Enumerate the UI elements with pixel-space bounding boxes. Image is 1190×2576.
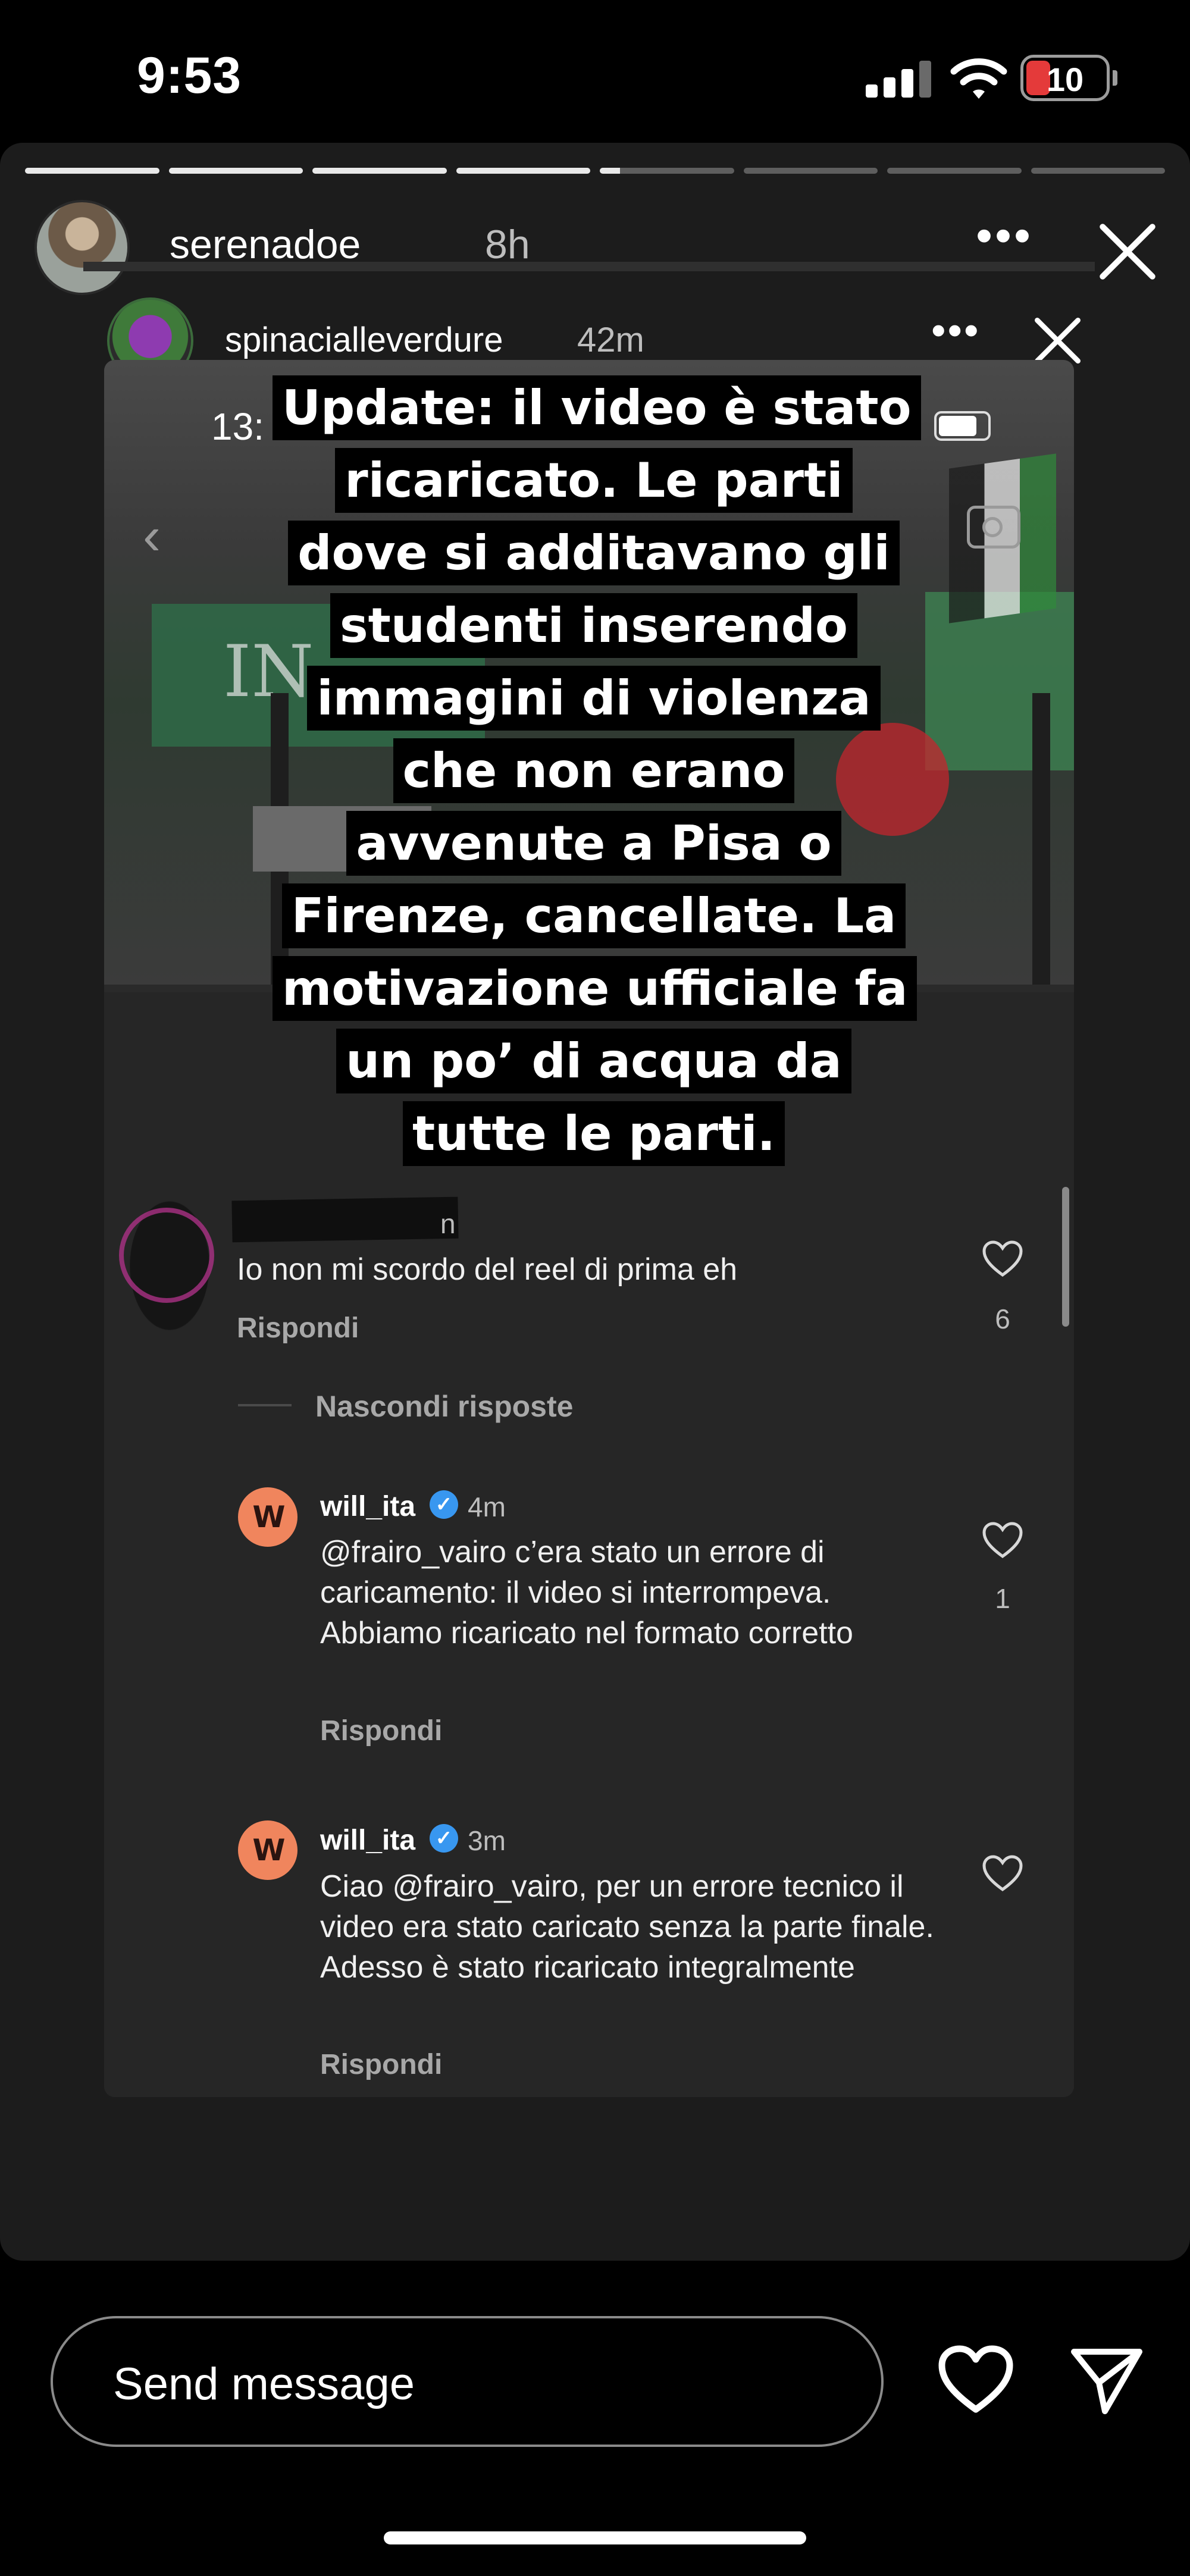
reshared-more-dots-icon: •••: [931, 307, 981, 353]
reply-button: Rispondi: [320, 1715, 443, 1747]
reshared-time: 42m: [577, 321, 644, 359]
reshared-username: spinacialleverdure: [225, 321, 503, 359]
username-tail: n: [440, 1208, 456, 1239]
progress-segment: [312, 168, 447, 174]
story-username[interactable]: serenadoe___: [170, 221, 428, 268]
reply-text: @frairo_vairo c’era stato un errore di c…: [320, 1535, 853, 1650]
send-icon[interactable]: [1068, 2341, 1145, 2418]
progress-segment: [1031, 168, 1165, 174]
reply-button: Rispondi: [320, 2049, 443, 2080]
home-indicator[interactable]: [384, 2531, 806, 2544]
will-ita-avatar: W: [238, 1487, 298, 1547]
like-heart-icon[interactable]: [937, 2344, 1014, 2415]
battery-icon: 10: [1020, 55, 1110, 101]
back-chevron-icon: ‹: [143, 506, 161, 566]
reply-time: 3m: [468, 1825, 506, 1856]
screenshot-battery-icon: [934, 411, 991, 441]
story-progress-bar: [25, 168, 1165, 174]
progress-segment-fill: [600, 168, 620, 174]
progress-segment-fill: [312, 168, 447, 174]
story-time: 8h: [485, 222, 530, 267]
hide-replies-divider: [238, 1404, 292, 1406]
reshare-header-band: [83, 262, 1095, 271]
send-message-placeholder[interactable]: Send message: [113, 2358, 415, 2410]
caption-text: Update: il video è stato ricaricato. Le …: [273, 375, 921, 1166]
screenshot-status-time: 13:: [211, 405, 264, 448]
battery-nub: [1113, 70, 1117, 86]
progress-segment: [168, 168, 303, 174]
story-caption: Update: il video è stato ricaricato. Le …: [273, 372, 921, 1170]
camera-icon: [967, 506, 1020, 549]
like-count: 6: [995, 1303, 1010, 1334]
wifi-icon: [950, 58, 1007, 99]
story-ring: [119, 1208, 214, 1303]
verified-badge-icon: ✓: [430, 1490, 458, 1519]
story-user-avatar[interactable]: [35, 200, 130, 295]
progress-segment-fill: [25, 168, 159, 174]
redacted-username: [231, 1196, 459, 1243]
battery-level: 10: [1046, 61, 1084, 98]
hide-replies-button: Nascondi risposte: [315, 1390, 574, 1423]
progress-segment: [743, 168, 878, 174]
verified-badge-icon: ✓: [430, 1824, 458, 1853]
cellular-signal-icon: [866, 59, 931, 98]
reply-button: Rispondi: [237, 1312, 359, 1344]
comments-scrollbar: [1062, 1187, 1069, 1327]
progress-segment-fill: [168, 168, 303, 174]
reply-text: Ciao @frairo_vairo, per un errore tecnic…: [320, 1869, 934, 1985]
status-time: 9:53: [137, 47, 242, 104]
progress-segment: [600, 168, 734, 174]
like-count: 1: [995, 1583, 1010, 1614]
more-dots-icon[interactable]: •••: [976, 208, 1033, 263]
heart-icon: [982, 1240, 1023, 1277]
reply-time: 4m: [468, 1491, 506, 1522]
close-icon[interactable]: [1095, 219, 1160, 284]
progress-segment: [456, 168, 590, 174]
heart-icon: [982, 1522, 1023, 1559]
reply-username: will_ita: [320, 1491, 416, 1522]
reply-username: will_ita: [320, 1825, 416, 1856]
progress-segment: [887, 168, 1022, 174]
comment-text: Io non mi scordo del reel di prima eh: [237, 1252, 738, 1287]
video-green-panel: [925, 592, 1074, 770]
video-pole: [1032, 693, 1050, 985]
heart-icon: [982, 1855, 1023, 1892]
will-ita-avatar: W: [238, 1820, 298, 1880]
progress-segment: [25, 168, 159, 174]
progress-segment-fill: [456, 168, 590, 174]
